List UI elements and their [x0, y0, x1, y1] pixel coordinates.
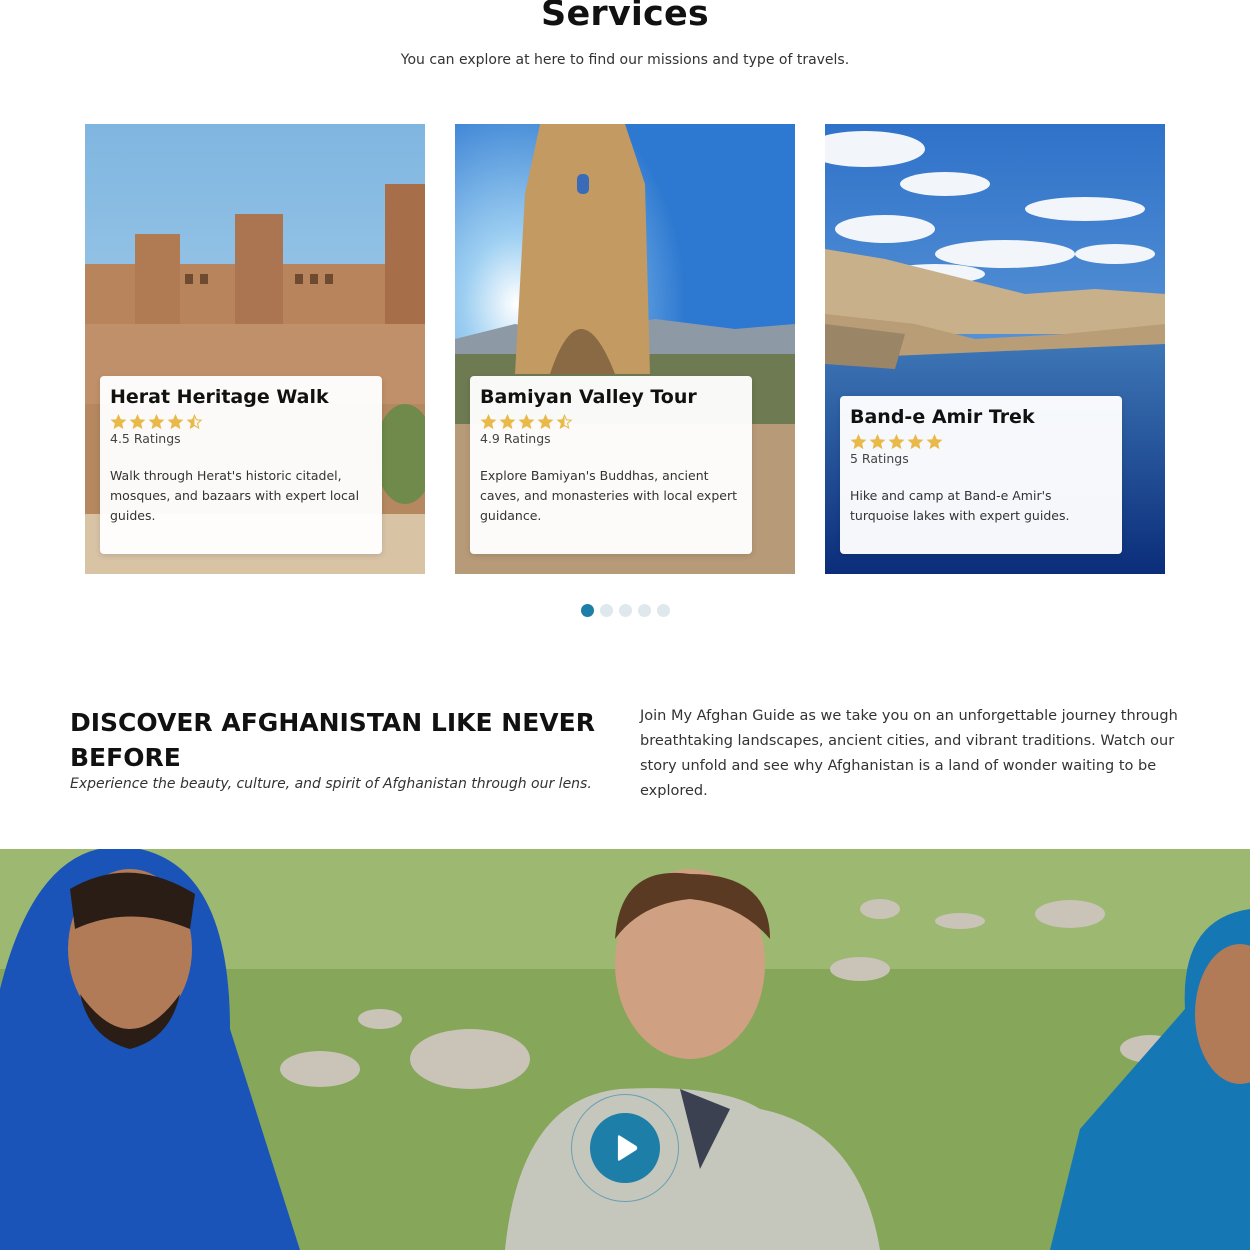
star-icon	[499, 414, 516, 430]
star-icon	[480, 414, 497, 430]
card-description: Hike and camp at Band-e Amir's turquoise…	[850, 488, 1070, 523]
star-icon	[167, 414, 184, 430]
star-icon	[888, 434, 905, 450]
card-description: Explore Bamiyan's Buddhas, ancient caves…	[480, 468, 737, 523]
star-icon	[537, 414, 554, 430]
carousel-dot[interactable]	[619, 604, 632, 617]
star-half-icon	[556, 414, 573, 430]
card-description: Walk through Herat's historic citadel, m…	[110, 468, 360, 523]
star-icon	[518, 414, 535, 430]
service-card-herat[interactable]: Herat Heritage Walk 4.5 Ratings Walk thr…	[85, 124, 425, 574]
star-half-icon	[186, 414, 203, 430]
carousel-dot[interactable]	[657, 604, 670, 617]
rating-text: 4.9 Ratings	[480, 431, 551, 446]
carousel-dot[interactable]	[581, 604, 594, 617]
rating-stars	[480, 414, 742, 430]
video-section[interactable]	[0, 849, 1250, 1250]
star-icon	[129, 414, 146, 430]
carousel-pagination	[581, 604, 670, 617]
card-title[interactable]: Herat Heritage Walk	[110, 386, 372, 408]
card-info-panel: Herat Heritage Walk 4.5 Ratings Walk thr…	[100, 376, 382, 554]
rating-text: 5 Ratings	[850, 451, 909, 466]
star-icon	[110, 414, 127, 430]
rating-stars	[110, 414, 372, 430]
carousel-dot[interactable]	[638, 604, 651, 617]
star-icon	[907, 434, 924, 450]
card-info-panel: Band-e Amir Trek 5 Ratings Hike and camp…	[840, 396, 1122, 554]
services-subtitle: You can explore at here to find our miss…	[400, 52, 850, 68]
card-title[interactable]: Band-e Amir Trek	[850, 406, 1112, 428]
play-video-button[interactable]	[590, 1113, 660, 1183]
card-title[interactable]: Bamiyan Valley Tour	[480, 386, 742, 408]
rating-text: 4.5 Ratings	[110, 431, 181, 446]
star-icon	[148, 414, 165, 430]
carousel-dot[interactable]	[600, 604, 613, 617]
card-info-panel: Bamiyan Valley Tour 4.9 Ratings Explore …	[470, 376, 752, 554]
star-icon	[926, 434, 943, 450]
star-icon	[850, 434, 867, 450]
services-title: Services	[541, 0, 709, 34]
rating-stars	[850, 434, 1112, 450]
star-icon	[869, 434, 886, 450]
discover-tagline: Experience the beauty, culture, and spir…	[70, 776, 592, 792]
play-icon	[617, 1135, 638, 1161]
discover-paragraph: Join My Afghan Guide as we take you on a…	[640, 708, 1178, 799]
discover-heading: DISCOVER AFGHANISTAN LIKE NEVER BEFORE	[70, 708, 595, 772]
service-card-band-e-amir[interactable]: Band-e Amir Trek 5 Ratings Hike and camp…	[825, 124, 1165, 574]
service-card-bamiyan[interactable]: Bamiyan Valley Tour 4.9 Ratings Explore …	[455, 124, 795, 574]
